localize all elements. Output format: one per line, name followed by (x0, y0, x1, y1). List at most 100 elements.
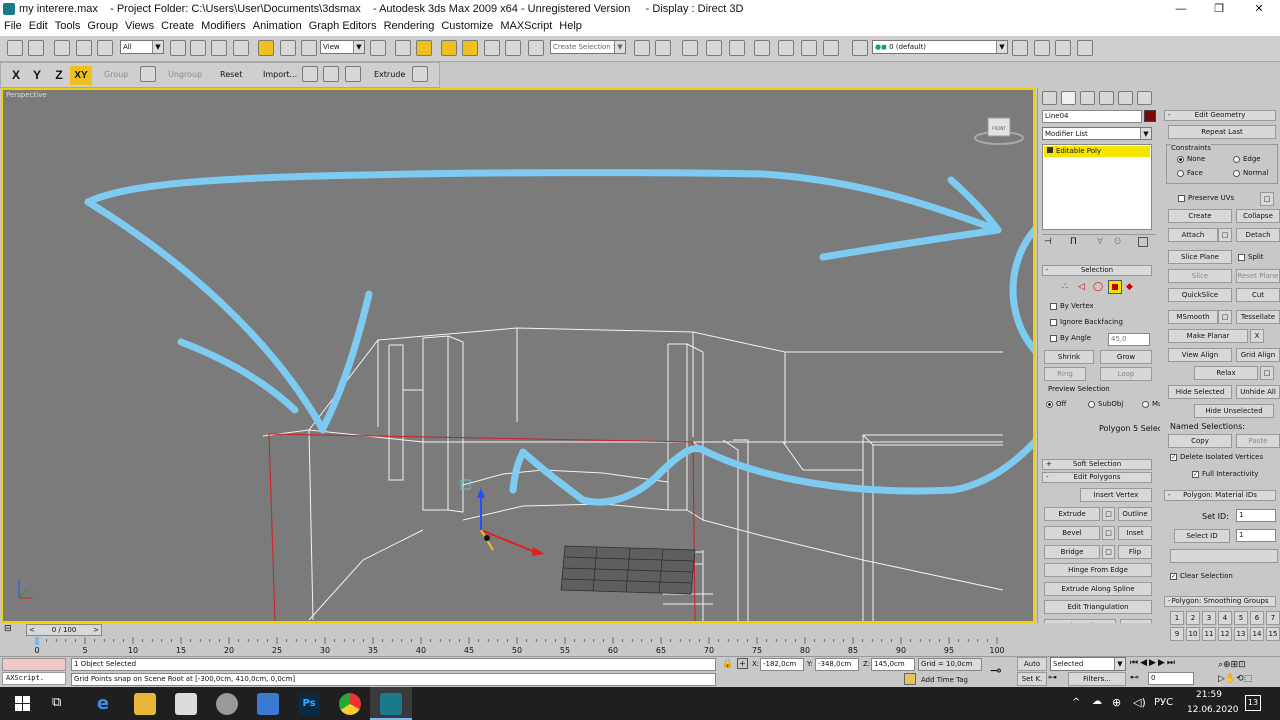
menu-views[interactable]: Views (121, 19, 157, 32)
set-key-icon[interactable]: ⊸ (990, 663, 1002, 679)
snaps-toggle-icon[interactable] (441, 40, 457, 56)
sg-button-6[interactable]: 6 (1250, 611, 1264, 625)
selection-rollout-header[interactable]: - Selection (1042, 265, 1152, 276)
collapse-button[interactable]: Collapse (1236, 209, 1280, 223)
set-key-button[interactable]: Set K. (1017, 672, 1047, 686)
window-crossing-icon[interactable] (233, 40, 249, 56)
sg-button-15[interactable]: 15 (1266, 627, 1280, 641)
bevel-settings-button[interactable]: □ (1102, 526, 1115, 540)
graphite-ribbon-icon[interactable] (706, 40, 722, 56)
link-icon[interactable] (54, 40, 70, 56)
lock-selection-icon[interactable]: 🔒 (722, 659, 733, 669)
x-coordinate-field[interactable]: -182,0cm (760, 658, 804, 671)
notification-center-icon[interactable]: 13 (1245, 695, 1261, 711)
axis-z-button[interactable]: Z (51, 66, 67, 85)
menu-animation[interactable]: Animation (249, 19, 305, 32)
constraint-edge-radio[interactable]: Edge (1233, 155, 1261, 163)
bridge-settings-button[interactable]: □ (1102, 545, 1115, 559)
msmooth-settings-button[interactable]: □ (1218, 310, 1232, 324)
hide-unselected-button[interactable]: Hide Unselected (1194, 404, 1274, 418)
attach-button[interactable]: Attach (1168, 228, 1218, 242)
render-frame-icon[interactable] (302, 66, 318, 82)
layer-manager-icon[interactable] (682, 40, 698, 56)
preserve-uvs-checkbox[interactable]: Preserve UVs (1178, 194, 1234, 202)
view-align-button[interactable]: View Align (1168, 348, 1232, 362)
render-setup-icon[interactable] (801, 40, 817, 56)
sg-button-7[interactable]: 7 (1266, 611, 1280, 625)
detach-button[interactable]: Detach (1236, 228, 1280, 242)
set-id-field[interactable]: 1 (1236, 509, 1276, 522)
slice-plane-button[interactable]: Slice Plane (1168, 250, 1232, 264)
make-planar-x-button[interactable]: X (1250, 329, 1264, 343)
set-current-layer-icon[interactable] (1077, 40, 1093, 56)
add-time-tag-button[interactable]: Add Time Tag (921, 676, 968, 684)
tessellate-button[interactable]: Tessellate (1236, 310, 1280, 324)
material-name-dropdown[interactable] (1170, 549, 1278, 563)
copy-button[interactable]: Copy (1168, 434, 1232, 448)
perspective-viewport[interactable]: Perspective FRONT (1, 88, 1035, 623)
maximize-button[interactable]: ❐ (1200, 0, 1238, 19)
mail-icon[interactable] (257, 693, 279, 715)
select-move-icon[interactable] (258, 40, 274, 56)
full-interactivity-checkbox[interactable]: ✓ Full Interactivity (1192, 470, 1258, 478)
menu-customize[interactable]: Customize (437, 19, 496, 32)
reset-plane-button[interactable]: Reset Plane (1236, 269, 1280, 283)
file-explorer-icon[interactable] (134, 693, 156, 715)
curve-editor-icon[interactable] (729, 40, 745, 56)
shrink-button[interactable]: Shrink (1044, 350, 1094, 364)
relax-settings-button[interactable]: □ (1260, 366, 1274, 380)
tool-icon[interactable] (345, 66, 361, 82)
sg-button-14[interactable]: 14 (1250, 627, 1264, 641)
field-of-view-icon[interactable]: ▷ (1218, 674, 1225, 684)
material-ids-rollout-header[interactable]: - Polygon: Material IDs (1164, 490, 1276, 501)
menu-file[interactable]: File (0, 19, 25, 32)
pin-stack-icon[interactable]: ⊣ (1044, 237, 1052, 247)
edit-geometry-rollout-header[interactable]: - Edit Geometry (1164, 110, 1276, 121)
orbit-icon[interactable]: ⟲ (1236, 674, 1244, 684)
sg-button-3[interactable]: 3 (1202, 611, 1216, 625)
next-frame-icon[interactable]: ▶ (1158, 658, 1167, 668)
clock-date[interactable]: 12.06.2020 (1187, 705, 1239, 715)
key-filter-dropdown[interactable]: Selected ▼ (1050, 657, 1126, 671)
msmooth-button[interactable]: MSmooth (1168, 310, 1218, 324)
render-icon[interactable] (823, 40, 839, 56)
mirror-icon[interactable] (634, 40, 650, 56)
time-tag-icon[interactable] (904, 673, 916, 685)
constraint-face-radio[interactable]: Face (1177, 169, 1203, 177)
task-view-icon[interactable]: ⧉ (52, 695, 61, 710)
make-planar-button[interactable]: Make Planar (1168, 329, 1248, 343)
bridge-button[interactable]: Bridge (1044, 545, 1100, 559)
axis-x-button[interactable]: X (8, 66, 24, 85)
track-bar[interactable]: 0 5 10 15 20 25 30 35 40 45 50 55 60 65 70 75 80 85 90 95 10… (0, 637, 1040, 657)
clock-time[interactable]: 21:59 (1196, 690, 1222, 700)
unhide-all-button[interactable]: Unhide All (1236, 385, 1280, 399)
show-end-result-icon[interactable]: Π (1070, 237, 1077, 247)
hinge-from-edge-button[interactable]: Hinge From Edge (1044, 563, 1152, 577)
import-button[interactable]: Import... (263, 70, 297, 79)
maxscript-listener[interactable]: AXScript. (2, 672, 66, 685)
go-to-end-icon[interactable]: ⏭ (1167, 658, 1177, 668)
layer-panel-icon[interactable] (852, 40, 868, 56)
menu-modifiers[interactable]: Modifiers (197, 19, 249, 32)
add-to-layer-icon[interactable] (1034, 40, 1050, 56)
menu-maxscript[interactable]: MAXScript (496, 19, 555, 32)
pan-icon[interactable]: ✋ (1225, 674, 1236, 684)
sg-button-1[interactable]: 1 (1170, 611, 1184, 625)
undo-icon[interactable] (7, 40, 23, 56)
paste-button[interactable]: Paste (1236, 434, 1280, 448)
edge-browser-icon[interactable]: e (92, 693, 114, 715)
modify-tab-icon[interactable] (1061, 91, 1076, 105)
zoom-all-icon[interactable]: ⊕ (1223, 660, 1231, 670)
keyframe-mode-icon[interactable]: ⊶ (1048, 673, 1062, 685)
by-angle-checkbox[interactable]: By Angle (1050, 334, 1091, 342)
constraint-normal-radio[interactable]: Normal (1233, 169, 1268, 177)
group-button[interactable]: Group (104, 70, 128, 79)
ignore-backfacing-checkbox[interactable]: Ignore Backfacing (1050, 318, 1123, 326)
motion-tab-icon[interactable] (1099, 91, 1114, 105)
angle-threshold-field[interactable]: 45,0 (1108, 333, 1150, 346)
configure-modifier-sets-icon[interactable] (1138, 237, 1148, 247)
select-rotate-icon[interactable] (280, 40, 296, 56)
select-id-field[interactable]: 1 (1236, 529, 1276, 542)
utilities-tab-icon[interactable] (1137, 91, 1152, 105)
outline-button[interactable]: Outline (1118, 507, 1152, 521)
